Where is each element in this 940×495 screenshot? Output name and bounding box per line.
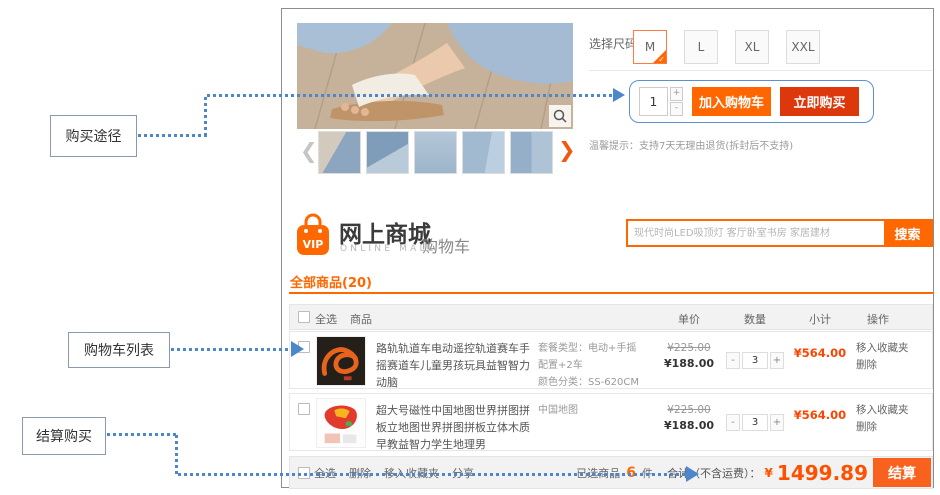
annotation-line xyxy=(175,435,178,476)
move-to-favorites-link[interactable]: 移入收藏夹 xyxy=(856,340,909,357)
size-options: M ✓ L XL XXL xyxy=(633,30,820,64)
column-product: 商品 xyxy=(350,311,372,327)
annotation-line xyxy=(107,433,177,436)
row-checkbox[interactable] xyxy=(298,403,310,415)
annotation-line xyxy=(207,94,614,97)
quantity-value[interactable]: 3 xyxy=(742,414,768,431)
column-actions: 操作 xyxy=(853,311,903,327)
cart-section-title: 全部商品(20) xyxy=(290,272,372,291)
column-subtotal: 小计 xyxy=(795,311,845,327)
divider xyxy=(589,70,932,71)
quantity-increase-button[interactable]: + xyxy=(670,87,683,101)
annotation-arrow-icon xyxy=(291,341,304,357)
spec-line: 套餐类型：电动+手摇配置+2车 xyxy=(538,340,642,374)
quantity-input[interactable]: 1 xyxy=(639,87,668,116)
size-option-m[interactable]: M ✓ xyxy=(633,30,667,64)
annotation-arrow-icon xyxy=(686,466,699,482)
size-option-label: XXL xyxy=(791,40,814,54)
row-subtotal: ¥564.00 xyxy=(788,408,852,422)
quantity-decrease-button[interactable]: - xyxy=(726,414,740,431)
size-option-label: L xyxy=(698,40,705,54)
original-price: ¥225.00 xyxy=(650,342,728,354)
original-price: ¥225.00 xyxy=(650,404,728,416)
product-image-map-puzzle[interactable] xyxy=(316,398,366,448)
annotation-line xyxy=(171,348,293,351)
product-title[interactable]: 路轨轨道车电动遥控轨道赛车手摇赛道车儿童男孩玩具益智智力动脑 xyxy=(376,340,534,391)
thumbnail-1[interactable] xyxy=(318,131,361,174)
main-panel: ❮ ❯ 选择尺码: M ✓ L XL XXL 1 + - 加入购物车 立即购买 … xyxy=(281,8,934,488)
row-actions: 移入收藏夹 删除 xyxy=(856,402,909,436)
sandal-photo-illustration xyxy=(297,23,573,129)
column-select-all: 全选 xyxy=(315,311,337,327)
row-quantity-stepper: - 3 + xyxy=(726,352,784,369)
spec-line: 中国地图 xyxy=(538,402,642,419)
annotation-cart-list: 购物车列表 xyxy=(68,332,170,368)
currency-symbol: ¥ xyxy=(765,466,773,480)
row-quantity-stepper: - 3 + xyxy=(726,414,784,431)
annotation-purchase-path: 购买途径 xyxy=(50,115,137,157)
magnifier-icon[interactable] xyxy=(549,105,571,127)
product-specs: 中国地图 xyxy=(538,402,642,419)
carousel-prev-icon[interactable]: ❮ xyxy=(300,141,318,162)
check-icon: ✓ xyxy=(658,55,665,64)
annotation-line xyxy=(178,473,688,476)
product-main-image[interactable] xyxy=(297,23,573,129)
thumbnail-4[interactable] xyxy=(462,131,505,174)
quantity-increase-button[interactable]: + xyxy=(770,414,784,431)
buy-now-button[interactable]: 立即购买 xyxy=(780,87,859,116)
product-image-track-toy[interactable] xyxy=(316,336,366,386)
thumbnail-strip xyxy=(318,131,553,174)
row-actions: 移入收藏夹 删除 xyxy=(856,340,909,374)
logo-badge: VIP xyxy=(303,238,324,251)
quantity-decrease-button[interactable]: - xyxy=(670,102,683,116)
size-option-xl[interactable]: XL xyxy=(735,30,769,64)
current-price: ¥188.00 xyxy=(650,419,728,432)
search-button[interactable]: 搜索 xyxy=(884,221,931,245)
annotation-arrow-icon xyxy=(613,88,625,102)
size-option-l[interactable]: L xyxy=(684,30,718,64)
cart-row-track-toy: 路轨轨道车电动遥控轨道赛车手摇赛道车儿童男孩玩具益智智力动脑 套餐类型：电动+手… xyxy=(289,331,933,389)
quantity-stepper: + - xyxy=(670,87,683,116)
row-subtotal: ¥564.00 xyxy=(788,346,852,360)
price-column: ¥225.00 ¥188.00 xyxy=(650,342,728,370)
size-option-xxl[interactable]: XXL xyxy=(786,30,820,64)
annotation-line xyxy=(138,134,207,137)
return-policy-tip: 温馨提示：支持7天无理由退货(拆封后不支持) xyxy=(589,137,793,152)
carousel-next-icon[interactable]: ❯ xyxy=(558,140,576,161)
delete-link[interactable]: 删除 xyxy=(856,419,909,436)
thumbnail-3[interactable] xyxy=(414,131,457,174)
cart-row-map-puzzle: 超大号磁性中国地图世界拼图拼板立地图世界拼图拼板立体木质早教益智力学生地理男 中… xyxy=(289,393,933,451)
shopping-bag-logo-icon[interactable]: VIP xyxy=(294,213,332,261)
cart-table-header: 全选 商品 单价 数量 小计 操作 xyxy=(289,304,933,330)
annotation-line xyxy=(204,97,207,137)
thumbnail-5[interactable] xyxy=(510,131,553,174)
quantity-decrease-button[interactable]: - xyxy=(726,352,740,369)
quantity-increase-button[interactable]: + xyxy=(770,352,784,369)
product-title[interactable]: 超大号磁性中国地图世界拼图拼板立地图世界拼图拼板立体木质早教益智力学生地理男 xyxy=(376,402,534,453)
delete-link[interactable]: 删除 xyxy=(856,357,909,374)
section-underline xyxy=(289,292,933,294)
move-to-favorites-link[interactable]: 移入收藏夹 xyxy=(856,402,909,419)
current-price: ¥188.00 xyxy=(650,357,728,370)
select-all-checkbox[interactable] xyxy=(298,311,310,323)
page-title: 购物车 xyxy=(422,233,470,257)
column-quantity: 数量 xyxy=(730,311,780,327)
total-amount: 1499.89 xyxy=(777,461,868,485)
column-unit-price: 单价 xyxy=(664,311,714,327)
size-option-label: XL xyxy=(745,40,760,54)
search-bar: 搜索 xyxy=(626,219,933,247)
annotation-checkout: 结算购买 xyxy=(22,417,106,455)
price-column: ¥225.00 ¥188.00 xyxy=(650,404,728,432)
checkout-button[interactable]: 结算 xyxy=(873,458,931,487)
add-to-cart-button[interactable]: 加入购物车 xyxy=(692,87,771,116)
search-input[interactable] xyxy=(628,221,884,245)
thumbnail-2[interactable] xyxy=(366,131,409,174)
quantity-value[interactable]: 3 xyxy=(742,352,768,369)
